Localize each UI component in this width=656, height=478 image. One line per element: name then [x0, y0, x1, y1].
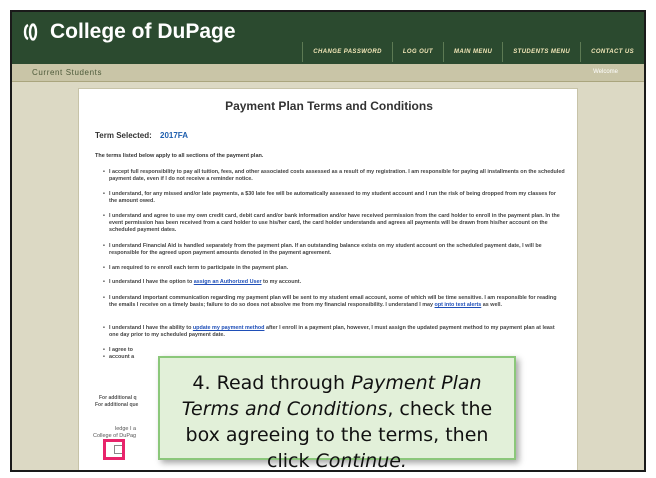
footnote-1: For additional q — [99, 395, 137, 401]
term-item: I understand, for any missed and/or late… — [103, 191, 565, 205]
top-header: College of DuPage Change Password Log Ou… — [12, 12, 644, 64]
term-value: 2017FA — [160, 131, 189, 140]
term-item: I am required to re enroll each term to … — [103, 265, 565, 272]
term-item: I understand I have the option to assign… — [103, 279, 565, 286]
checkbox-highlight-box — [103, 439, 125, 460]
brand-name: College of DuPage — [50, 20, 236, 43]
top-nav: Change Password Log Out Main Menu Studen… — [302, 42, 644, 62]
term-item: I understand and agree to use my own cre… — [103, 213, 565, 235]
college-logo[interactable]: College of DuPage — [22, 20, 236, 44]
update-payment-method-link[interactable]: update my payment method — [193, 325, 265, 331]
ack-line-1: ledge I a — [115, 426, 137, 432]
term-selected: Term Selected: 2017FA — [95, 131, 188, 140]
instruction-text: 4. Read through Payment Plan Terms and C… — [181, 372, 493, 472]
nav-students-menu[interactable]: Students Menu — [502, 42, 580, 62]
footnote-2: For additional que — [95, 402, 139, 408]
term-item: I understand I have the ability to updat… — [103, 325, 565, 339]
college-logo-icon — [23, 23, 38, 41]
nav-contact-us[interactable]: Contact Us — [580, 42, 644, 62]
term-item: I accept full responsibility to pay all … — [103, 169, 565, 183]
text-alerts-link[interactable]: opt into text alerts — [435, 302, 482, 308]
instruction-callout: 4. Read through Payment Plan Terms and C… — [158, 356, 516, 470]
term-item: I understand Financial Aid is handled se… — [103, 243, 565, 257]
authorized-user-link[interactable]: assign an Authorized User — [194, 279, 262, 285]
nav-log-out[interactable]: Log Out — [391, 42, 443, 62]
welcome-link[interactable]: Welcome — [593, 69, 618, 75]
nav-change-password[interactable]: Change Password — [302, 42, 392, 62]
sub-header: Current Students Welcome — [12, 64, 644, 82]
term-item: I understand important communication reg… — [103, 295, 565, 309]
terms-intro: The terms listed below apply to all sect… — [95, 153, 264, 159]
screenshot-frame: College of DuPage Change Password Log Ou… — [10, 10, 646, 472]
term-label: Term Selected: — [95, 131, 152, 140]
nav-main-menu[interactable]: Main Menu — [442, 42, 502, 62]
page-title: Payment Plan Terms and Conditions — [225, 99, 433, 113]
section-title: Current Students — [32, 68, 103, 77]
